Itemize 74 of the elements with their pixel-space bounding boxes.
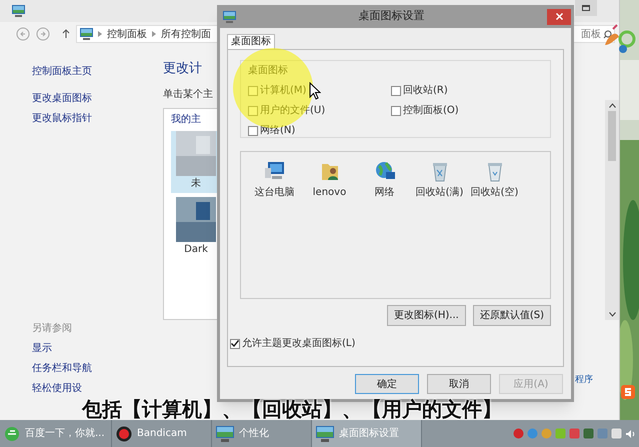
button[interactable]: 确定 [355,374,419,394]
checkbox-label: 网络(N) [260,124,296,138]
cursor-icon [309,82,321,100]
search-icon [603,30,612,38]
sidebar-link[interactable]: 更改桌面图标 [32,91,163,106]
tray-icon[interactable] [611,428,622,439]
icon-label: 回收站(空) [470,186,518,200]
back-button[interactable] [16,27,30,41]
tab[interactable]: 桌面图标 [227,34,275,49]
checkbox[interactable] [248,106,258,116]
theme-label: Dark [184,242,208,256]
chevron-icon [152,31,156,37]
checkbox[interactable] [248,86,258,96]
sidebar-link[interactable]: 控制面板主页 [32,64,163,79]
icon-label: 回收站(满) [416,186,464,200]
computer-icon[interactable] [264,160,286,182]
scroll-down-icon[interactable] [608,312,616,317]
search-text: 面板 [581,28,601,42]
checkbox-label: 允许主题更改桌面图标(L) [242,336,356,351]
sidebar-link[interactable]: 任务栏和导航 [32,361,163,376]
tray-icon[interactable] [541,428,552,439]
maximize-button[interactable] [575,0,597,16]
link[interactable]: 程序 [575,374,593,388]
tray-icon[interactable] [583,428,594,439]
globe-icon[interactable] [374,160,396,182]
checkbox-label: 回收站(R) [403,84,448,98]
tray-icon[interactable] [513,428,524,439]
icon-label: 网络 [374,186,394,200]
subtitle: 包括【计算机】、【回收站】、【用户的文件】 [82,398,502,420]
group-title: 桌面图标 [248,64,289,78]
theme-tile[interactable]: Dark [171,196,221,258]
app-icon [80,28,93,40]
breadcrumb[interactable]: 控制面板 [107,26,147,42]
app-icon [216,426,234,442]
checkbox[interactable] [391,86,401,96]
button[interactable]: 还原默认值(S) [472,305,551,326]
scrollbar[interactable] [605,100,619,320]
up-button[interactable] [62,29,70,39]
sidebar-link[interactable]: 轻松使用设 [32,381,163,396]
page-heading: 更改计 [163,60,203,78]
check-icon [231,340,239,347]
button[interactable]: 取消 [427,374,491,394]
app-icon [12,5,25,17]
checkbox-label: 计算机(M) [260,84,306,98]
app-icon [316,426,334,442]
instruction-text: 单击某个主 [163,88,214,102]
theme-label: 未 [191,176,201,190]
browser-icon [4,426,20,442]
scroll-thumb[interactable] [608,111,616,161]
button[interactable]: 更改图标(H)... [386,305,466,326]
volume-icon[interactable] [625,428,635,438]
record-icon [116,426,132,442]
tray-icon[interactable] [569,428,580,439]
tray-icon[interactable] [597,428,608,439]
close-icon [556,13,562,20]
sidebar-link[interactable]: 显示 [32,341,163,356]
forward-button[interactable] [36,27,50,41]
section-title: 另请参阅 [32,322,73,336]
app-icon [223,10,236,22]
checkbox[interactable] [391,106,401,116]
chevron-icon [98,31,102,37]
checkbox-label: 控制面板(O) [403,104,459,118]
checkbox[interactable] [248,126,258,136]
icon-label: 这台电脑 [254,186,294,200]
sidebar-link[interactable]: 更改鼠标指针 [32,111,163,126]
breadcrumb[interactable]: 所有控制面 [161,26,211,42]
tray-icon[interactable] [555,428,566,439]
app-icon [621,385,635,399]
scroll-up-icon[interactable] [608,103,616,108]
window-title: 桌面图标设置 [358,8,426,24]
group-title: 我的主 [171,112,202,126]
icon-label: lenovo [312,186,346,200]
close-button[interactable] [547,8,571,24]
checkbox[interactable] [230,338,240,348]
